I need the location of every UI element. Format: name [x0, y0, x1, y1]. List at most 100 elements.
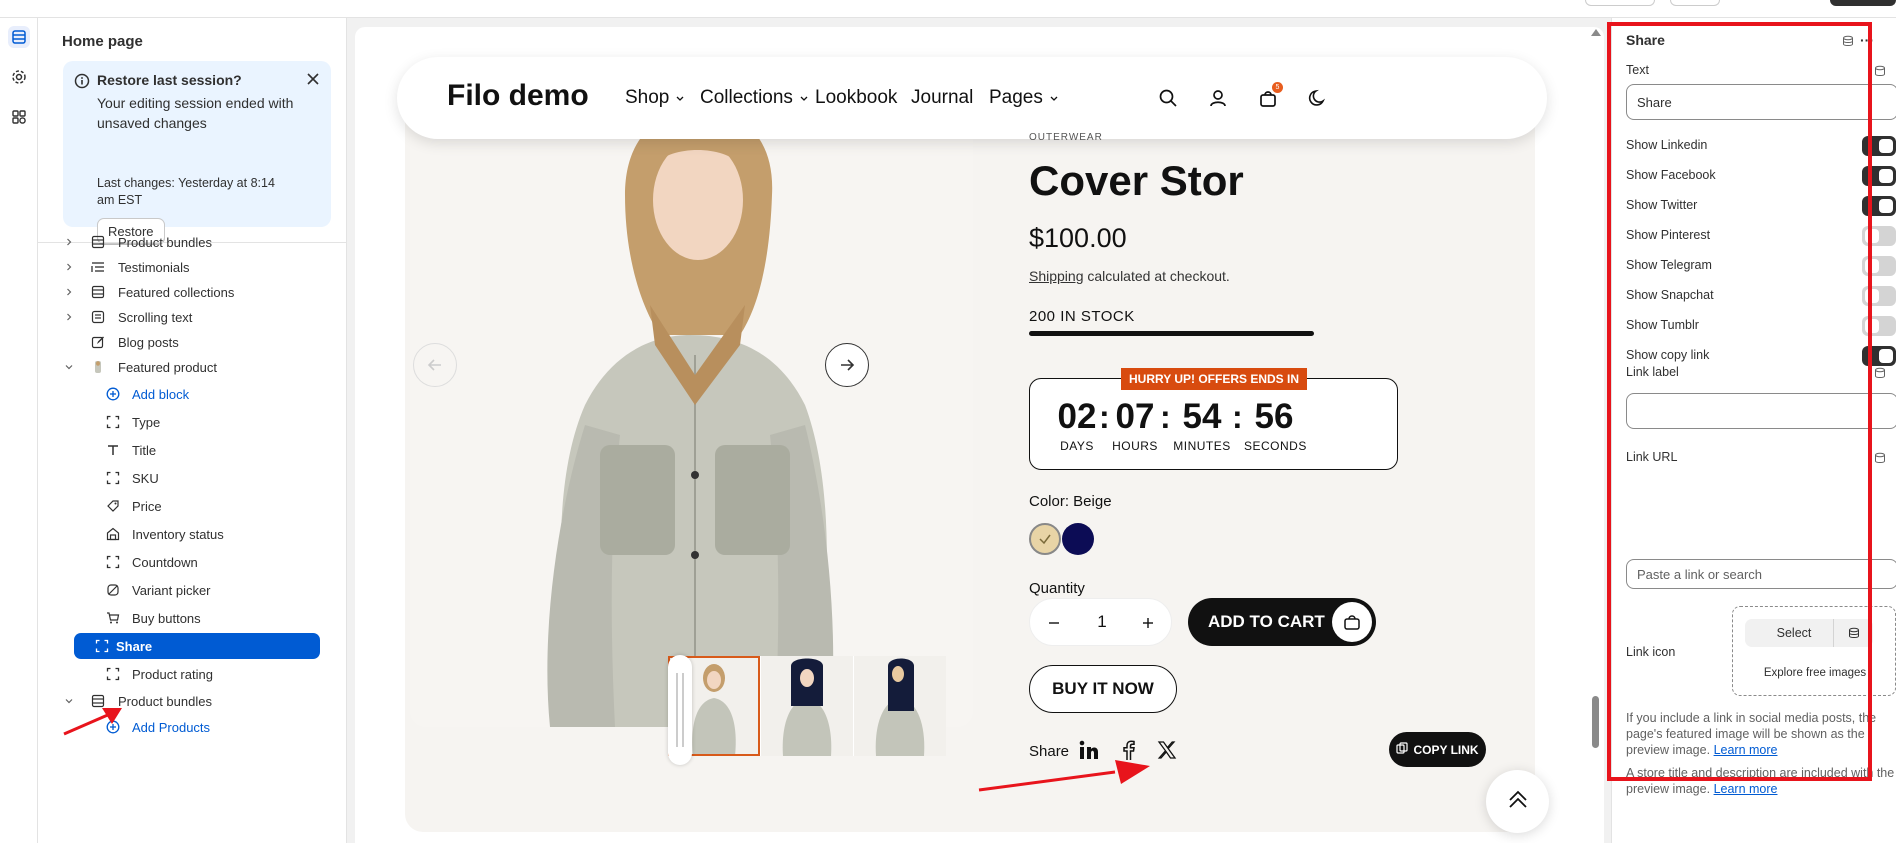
toggle-show-twitter[interactable] — [1862, 196, 1896, 216]
preview-scroll-up[interactable] — [1591, 29, 1601, 36]
nav-journal[interactable]: Journal — [911, 87, 973, 109]
thumbnail-3[interactable] — [854, 656, 946, 756]
sidebar-item-variant-picker[interactable]: Variant picker — [38, 577, 338, 603]
product-title: Cover Stor — [1029, 157, 1244, 204]
minus-icon[interactable] — [1042, 611, 1066, 635]
explore-images-link[interactable]: Explore free images — [1733, 667, 1896, 679]
sidebar-item-buy-buttons[interactable]: Buy buttons — [38, 605, 338, 631]
preview-info-note: A store title and description are includ… — [1626, 765, 1896, 797]
close-icon[interactable] — [305, 71, 321, 87]
edit-icon — [90, 334, 106, 350]
x-twitter-icon[interactable] — [1153, 736, 1181, 764]
nav-pages[interactable]: Pages — [989, 87, 1059, 109]
buy-now-button[interactable]: BUY IT NOW — [1029, 665, 1177, 713]
sidebar-item-price[interactable]: Price — [38, 493, 338, 519]
plus-icon[interactable] — [1136, 611, 1160, 635]
countdown-separator: : — [1160, 399, 1171, 435]
quantity-value[interactable]: 1 — [1080, 612, 1124, 632]
facebook-icon[interactable] — [1115, 736, 1143, 764]
top-bar-button[interactable] — [1670, 0, 1720, 6]
toggle-show-tumblr[interactable] — [1862, 316, 1896, 336]
chevron-down-icon[interactable] — [64, 696, 74, 706]
add-to-cart-button[interactable]: ADD TO CART — [1188, 598, 1376, 646]
sidebar-item-blog-posts[interactable]: Blog posts — [38, 329, 338, 355]
swatch-navy[interactable] — [1062, 523, 1094, 555]
back-to-top-button[interactable] — [1486, 770, 1549, 833]
previous-image-button[interactable] — [413, 343, 457, 387]
apps-icon[interactable] — [8, 106, 30, 128]
sidebar-item-countdown[interactable]: Countdown — [38, 549, 338, 575]
product-image[interactable] — [410, 105, 973, 727]
sidebar-item-title[interactable]: Title — [38, 437, 338, 463]
chevron-right-icon[interactable] — [64, 287, 74, 297]
learn-more-link[interactable]: Learn more — [1714, 782, 1778, 796]
next-image-button[interactable] — [825, 343, 869, 387]
sidebar-item-label: Product rating — [132, 666, 213, 682]
learn-more-link[interactable]: Learn more — [1714, 743, 1778, 757]
nav-shop[interactable]: Shop — [625, 87, 685, 109]
nav-lookbook[interactable]: Lookbook — [815, 87, 897, 109]
link-url-field[interactable]: Paste a link or search — [1626, 559, 1896, 589]
block-icon — [105, 414, 121, 430]
thumbnail-2[interactable] — [761, 656, 853, 756]
linkedin-icon[interactable] — [1075, 736, 1103, 764]
inventory-bar — [1029, 331, 1314, 336]
more-icon[interactable]: ··· — [1860, 32, 1874, 48]
dynamic-source-icon[interactable] — [1874, 451, 1886, 463]
theme-editor: Home page Restore last session? Your edi… — [0, 0, 1896, 843]
shipping-text: calculated at checkout. — [1083, 268, 1230, 284]
account-icon[interactable] — [1205, 85, 1231, 111]
search-icon[interactable] — [1155, 85, 1181, 111]
database-icon[interactable] — [1842, 34, 1854, 52]
sidebar-item-sku[interactable]: SKU — [38, 465, 338, 491]
block-icon — [105, 666, 121, 682]
toggle-show-copy-link[interactable] — [1862, 346, 1896, 366]
dynamic-source-icon[interactable] — [1874, 64, 1886, 76]
sidebar-item-scrolling-text[interactable]: Scrolling text — [38, 304, 338, 330]
sidebar-item-type[interactable]: Type — [38, 409, 338, 435]
copy-link-button[interactable]: COPY LINK — [1389, 732, 1486, 767]
toggle-show-facebook[interactable] — [1862, 166, 1896, 186]
toggle-show-snapchat[interactable] — [1862, 286, 1896, 306]
product-thumb-icon — [90, 359, 106, 375]
dynamic-source-icon[interactable] — [1874, 366, 1886, 378]
sections-icon[interactable] — [8, 26, 30, 48]
toggle-show-linkedin[interactable] — [1862, 136, 1896, 156]
database-icon[interactable] — [1833, 619, 1873, 647]
chevron-down-icon[interactable] — [64, 362, 74, 372]
swatch-beige[interactable] — [1029, 523, 1061, 555]
sidebar-item-add-products[interactable]: Add Products — [38, 714, 338, 740]
chevron-right-icon[interactable] — [64, 262, 74, 272]
sidebar-item-add-block[interactable]: Add block — [38, 381, 338, 407]
sidebar-item-share[interactable]: Share — [74, 633, 320, 659]
sidebar-item-featured-product[interactable]: Featured product — [38, 354, 338, 380]
toggle-show-telegram[interactable] — [1862, 256, 1896, 276]
store-logo[interactable]: Filo demo — [447, 79, 589, 113]
sidebar-item-label: Countdown — [132, 554, 198, 570]
sidebar-item-testimonials[interactable]: Testimonials — [38, 254, 338, 280]
shipping-link[interactable]: Shipping — [1029, 268, 1084, 284]
double-chevron-up-icon — [1505, 786, 1531, 817]
sidebar-item-product-bundles[interactable]: Product bundles — [38, 229, 338, 255]
sidebar-item-featured-collections[interactable]: Featured collections — [38, 279, 338, 305]
toggle-show-pinterest[interactable] — [1862, 226, 1896, 246]
countdown-label: DAYS — [1060, 439, 1094, 453]
top-bar-button[interactable] — [1585, 0, 1655, 6]
sidebar-item-label: Variant picker — [132, 582, 211, 598]
chevron-right-icon[interactable] — [64, 312, 74, 322]
save-button[interactable] — [1830, 0, 1896, 6]
link-label-field[interactable] — [1626, 393, 1896, 429]
gear-icon[interactable] — [8, 66, 30, 88]
chevron-right-icon[interactable] — [64, 237, 74, 247]
drag-handle[interactable] — [668, 655, 692, 765]
sidebar-item-inventory-status[interactable]: Inventory status — [38, 521, 338, 547]
sidebar-item-label: Blog posts — [118, 334, 179, 350]
countdown: HURRY UP! OFFERS ENDS IN 02 DAYS : 07 HOUR… — [1029, 368, 1398, 470]
moon-icon[interactable] — [1305, 85, 1331, 111]
sidebar-item-product-rating[interactable]: Product rating — [38, 661, 338, 687]
sidebar-item-product-bundles[interactable]: Product bundles — [38, 688, 338, 714]
cart-icon[interactable]: 5 — [1255, 82, 1283, 111]
preview-scrollbar[interactable] — [1592, 696, 1599, 748]
nav-collections[interactable]: Collections — [700, 87, 809, 109]
text-field[interactable]: Share — [1626, 84, 1896, 120]
